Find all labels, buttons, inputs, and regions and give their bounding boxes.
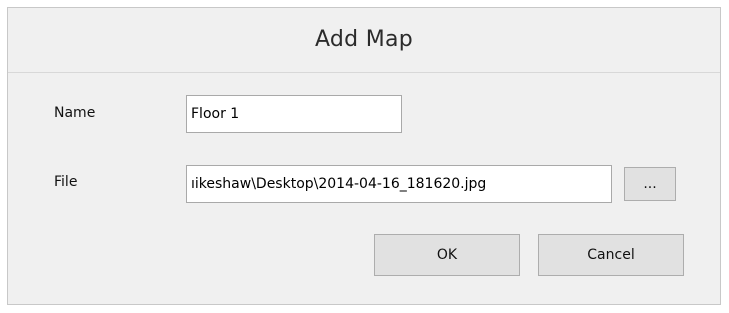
cancel-button[interactable]: Cancel: [538, 234, 684, 276]
file-label: File: [54, 174, 78, 190]
add-map-dialog: Add Map Name Floor 1 File ıikeshaw\Deskt…: [7, 7, 721, 305]
dialog-title: Add Map: [8, 8, 720, 70]
name-field-value: Floor 1: [191, 106, 240, 122]
name-label: Name: [54, 105, 96, 121]
browse-button[interactable]: ...: [624, 167, 676, 201]
name-field[interactable]: Floor 1: [186, 95, 402, 133]
file-path-field[interactable]: ıikeshaw\Desktop\2014-04-16_181620.jpg: [186, 165, 612, 203]
ok-button[interactable]: OK: [374, 234, 520, 276]
title-divider: [8, 72, 720, 73]
file-path-value: ıikeshaw\Desktop\2014-04-16_181620.jpg: [191, 176, 487, 192]
